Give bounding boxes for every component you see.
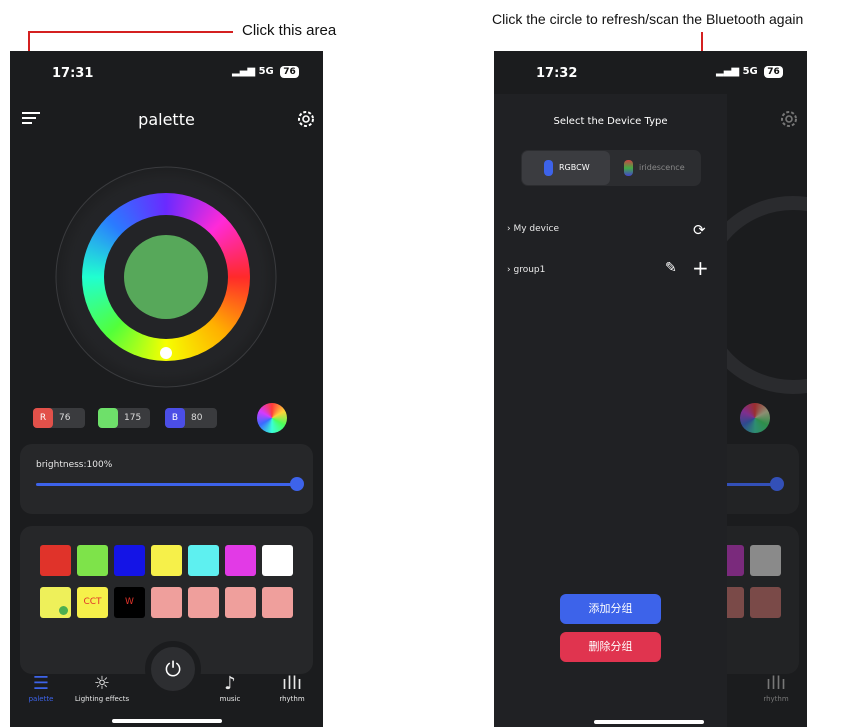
iridescence-bulb-icon [624, 159, 633, 176]
annotation-right: Click the circle to refresh/scan the Blu… [492, 11, 804, 27]
rgbcw-bulb-icon [544, 159, 553, 176]
status-indicators: ▂▄▆ 5G 76 [716, 66, 783, 78]
nav-music[interactable]: ♪ music [200, 673, 260, 703]
segment-iridescence-label: iridescence [639, 163, 685, 172]
rhythm-icon: ıllı [281, 673, 302, 694]
g-label: G [98, 408, 118, 428]
swatch-pink-3[interactable] [225, 587, 256, 618]
nav-music-label: music [219, 695, 241, 703]
segment-iridescence[interactable]: iridescence [612, 151, 700, 185]
my-device-row[interactable]: › My device [507, 224, 559, 234]
battery-badge: 76 [764, 66, 783, 78]
delete-group-button[interactable]: 删除分组 [560, 632, 661, 662]
swatch-white[interactable] [262, 545, 293, 576]
g-value: 175 [124, 413, 142, 423]
signal-icon: ▂▄▆ [716, 66, 740, 77]
chevron-right-icon: › [507, 224, 511, 234]
battery-badge: 76 [280, 66, 299, 78]
swatch-pink-4[interactable] [262, 587, 293, 618]
swatch-magenta[interactable] [225, 545, 256, 576]
group1-label: group1 [513, 265, 546, 275]
home-indicator [594, 720, 704, 724]
g-chip[interactable]: G 175 [98, 408, 150, 428]
status-time: 17:31 [52, 66, 94, 81]
color-wheel[interactable] [55, 166, 277, 388]
status-indicators: ▂▄▆ 5G 76 [232, 66, 299, 78]
background-nav-rhythm: ıllı rhythm [746, 673, 806, 703]
status-time: 17:32 [536, 66, 578, 81]
swatch-red[interactable] [40, 545, 71, 576]
swatch-green[interactable] [77, 545, 108, 576]
network-label: 5G [258, 66, 274, 77]
settings-icon[interactable] [296, 109, 316, 129]
brightness-thumb[interactable] [290, 477, 304, 491]
drawer-title: Select the Device Type [553, 116, 668, 127]
brightness-label: brightness:100% [36, 460, 113, 470]
b-chip[interactable]: B 80 [165, 408, 217, 428]
add-icon[interactable]: + [692, 256, 709, 280]
nav-rhythm[interactable]: ıllı rhythm [262, 673, 322, 703]
home-indicator [112, 719, 222, 723]
power-button[interactable]: ⏻ [145, 641, 201, 697]
r-chip[interactable]: R 76 [33, 408, 85, 428]
background-color-picker [740, 403, 770, 433]
segment-rgbcw-label: RGBCW [559, 163, 590, 172]
r-label: R [33, 408, 53, 428]
page-title: palette [138, 110, 195, 129]
nav-effects-label: Lighting effects [74, 695, 130, 703]
nav-palette-label: palette [28, 695, 54, 703]
brightness-track[interactable] [36, 483, 298, 486]
swatch-cct[interactable]: CCT [77, 587, 108, 618]
background-rhythm-icon: ıllı [765, 673, 786, 694]
nav-lighting-effects[interactable]: ☼ Lighting effects [72, 673, 132, 703]
check-icon [59, 606, 68, 615]
center-color [124, 235, 208, 319]
background-rhythm-label: rhythm [763, 695, 789, 703]
annotation-left: Click this area [242, 22, 337, 39]
signal-icon: ▂▄▆ [232, 66, 256, 77]
nav-palette[interactable]: ☰ palette [11, 673, 71, 703]
edit-icon[interactable]: ✎ [665, 260, 677, 276]
chevron-right-icon: › [507, 265, 511, 275]
refresh-icon[interactable]: ⟳ [693, 221, 706, 239]
swatch-blue[interactable] [114, 545, 145, 576]
swatch-yellow[interactable] [151, 545, 182, 576]
group1-row[interactable]: › group1 [507, 265, 545, 275]
my-device-label: My device [513, 224, 559, 234]
device-drawer: Select the Device Type RGBCW iridescence… [494, 94, 727, 727]
r-value: 76 [59, 413, 71, 423]
sliders-icon: ☰ [32, 673, 50, 694]
swatch-cyan[interactable] [188, 545, 219, 576]
device-type-segment: RGBCW iridescence [521, 150, 701, 186]
bulb-icon: ☼ [93, 673, 111, 694]
network-label: 5G [742, 66, 758, 77]
swatch-w[interactable]: W [114, 587, 145, 618]
annotation-left-line-h [28, 31, 233, 33]
b-value: 80 [191, 413, 203, 423]
left-phone: 17:31 ▂▄▆ 5G 76 palette R 76 G 175 B 80 … [10, 51, 323, 727]
b-label: B [165, 408, 185, 428]
nav-rhythm-label: rhythm [279, 695, 305, 703]
color-picker-icon[interactable] [257, 403, 287, 433]
music-icon: ♪ [224, 673, 236, 694]
brightness-card: brightness:100% [20, 444, 313, 514]
swatch-custom-selected[interactable] [40, 587, 71, 618]
swatch-pink-1[interactable] [151, 587, 182, 618]
right-phone: ıllı rhythm 17:32 ▂▄▆ 5G 76 Select the D… [494, 51, 807, 727]
swatch-pink-2[interactable] [188, 587, 219, 618]
segment-rgbcw[interactable]: RGBCW [522, 151, 610, 185]
background-settings-icon [779, 109, 799, 129]
add-group-button[interactable]: 添加分组 [560, 594, 661, 624]
